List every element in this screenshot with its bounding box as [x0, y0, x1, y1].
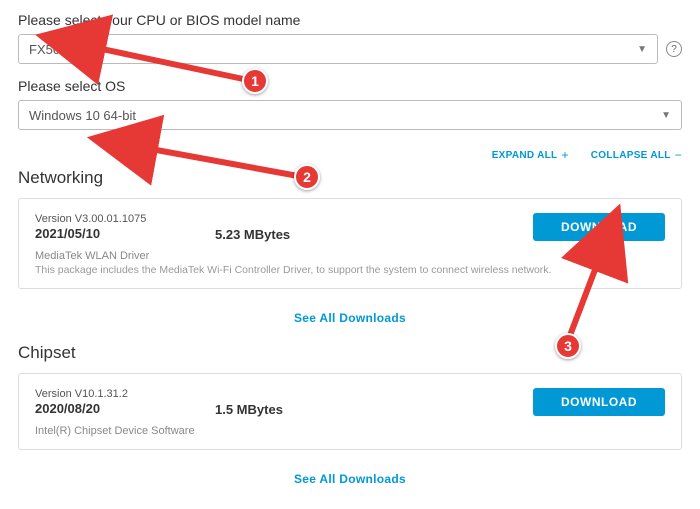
networking-version: Version V3.00.01.1075 [35, 213, 215, 225]
networking-date: 2021/05/10 [35, 226, 215, 241]
chevron-down-icon: ▼ [661, 110, 671, 121]
chipset-driver-name: Intel(R) Chipset Device Software [35, 425, 665, 437]
expand-all-link[interactable]: EXPAND ALL + [492, 148, 569, 162]
os-select-label: Please select OS [18, 78, 682, 94]
help-icon[interactable]: ? [666, 41, 682, 57]
expand-all-label: EXPAND ALL [492, 150, 558, 161]
minus-icon: − [675, 148, 682, 162]
networking-driver-name: MediaTek WLAN Driver [35, 250, 665, 262]
section-title-networking: Networking [18, 168, 682, 188]
chipset-date: 2020/08/20 [35, 401, 215, 416]
networking-card: Version V3.00.01.1075 2021/05/10 5.23 MB… [18, 198, 682, 289]
cpu-select-label: Please select your CPU or BIOS model nam… [18, 12, 682, 28]
chipset-size: 1.5 MBytes [215, 388, 533, 417]
download-button-chipset[interactable]: DOWNLOAD [533, 388, 665, 416]
os-select[interactable]: Windows 10 64-bit ▼ [18, 100, 682, 130]
chipset-card: Version V10.1.31.2 2020/08/20 1.5 MBytes… [18, 373, 682, 450]
cpu-select-value: FX506LH [29, 42, 84, 57]
collapse-all-link[interactable]: COLLAPSE ALL − [591, 148, 682, 162]
chipset-version: Version V10.1.31.2 [35, 388, 215, 400]
download-button-networking[interactable]: DOWNLOAD [533, 213, 665, 241]
chevron-down-icon: ▼ [637, 44, 647, 55]
see-all-downloads-networking[interactable]: See All Downloads [18, 299, 682, 337]
see-all-downloads-chipset[interactable]: See All Downloads [18, 460, 682, 498]
plus-icon: + [561, 148, 568, 162]
collapse-all-label: COLLAPSE ALL [591, 150, 671, 161]
networking-driver-desc: This package includes the MediaTek Wi-Fi… [35, 264, 665, 276]
os-select-value: Windows 10 64-bit [29, 108, 136, 123]
networking-size: 5.23 MBytes [215, 213, 533, 242]
section-title-chipset: Chipset [18, 343, 682, 363]
cpu-select[interactable]: FX506LH ▼ [18, 34, 658, 64]
